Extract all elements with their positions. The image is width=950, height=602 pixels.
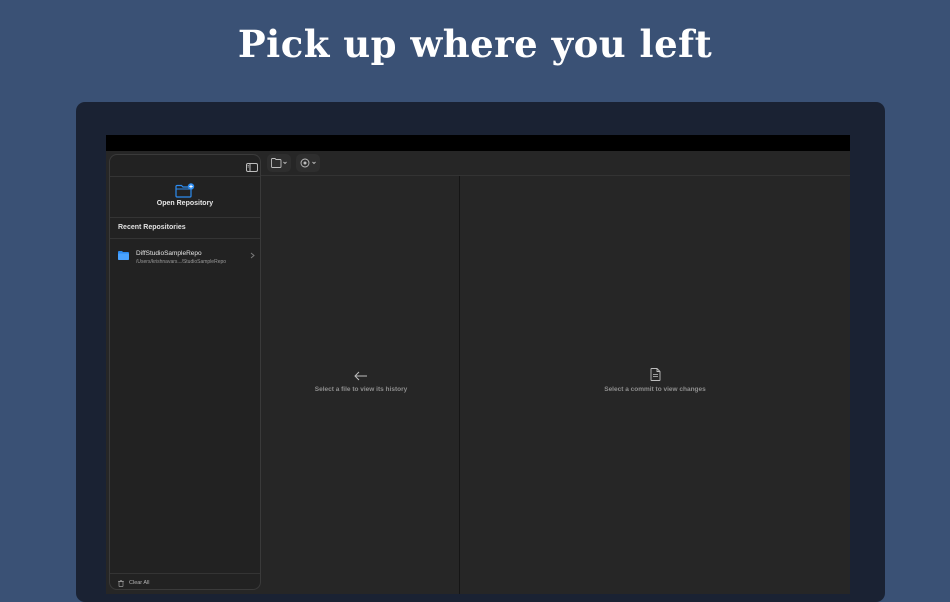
marketing-headline: Pick up where you left bbox=[237, 22, 713, 66]
sidebar-divider bbox=[110, 573, 260, 574]
sidebar-toolbar bbox=[110, 155, 260, 176]
repository-path: /Users/krishnavars.../StudioSampleRepo bbox=[136, 259, 227, 265]
open-repository-label: Open Repository bbox=[156, 200, 214, 207]
diff-empty-state: Select a commit to view changes bbox=[580, 368, 730, 393]
branch-menu-button[interactable] bbox=[296, 154, 320, 172]
file-history-empty-state: Select a file to view its history bbox=[296, 371, 426, 393]
folder-menu-button[interactable] bbox=[267, 154, 291, 172]
sidebar-divider bbox=[110, 176, 260, 177]
list-item[interactable]: DiffStudioSampleRepo /Users/krishnavars.… bbox=[110, 246, 260, 266]
sidebar-toggle-icon[interactable] bbox=[246, 159, 258, 172]
repository-name: DiffStudioSampleRepo bbox=[136, 250, 202, 257]
folder-icon bbox=[271, 158, 287, 168]
folder-icon bbox=[118, 251, 129, 260]
pane-divider[interactable] bbox=[459, 176, 460, 594]
sidebar-divider bbox=[110, 238, 260, 239]
diff-empty-message: Select a commit to view changes bbox=[604, 386, 706, 393]
chevron-right-icon bbox=[250, 252, 255, 259]
arrow-left-icon bbox=[354, 371, 367, 381]
commit-icon bbox=[300, 158, 316, 168]
sidebar-divider bbox=[110, 217, 260, 218]
open-repository-button[interactable]: Open Repository bbox=[110, 183, 260, 217]
folder-plus-icon bbox=[175, 183, 195, 198]
clear-all-label: Clear All bbox=[129, 580, 150, 586]
app-window: Open Repository Recent Repositories Diff… bbox=[106, 135, 850, 594]
recent-repositories-title: Recent Repositories bbox=[118, 224, 186, 231]
document-icon bbox=[650, 368, 660, 381]
menu-bar bbox=[106, 135, 850, 151]
trash-icon bbox=[118, 580, 124, 587]
sidebar: Open Repository Recent Repositories Diff… bbox=[109, 154, 261, 590]
toolbar-divider bbox=[261, 175, 850, 176]
file-history-empty-message: Select a file to view its history bbox=[314, 386, 408, 393]
